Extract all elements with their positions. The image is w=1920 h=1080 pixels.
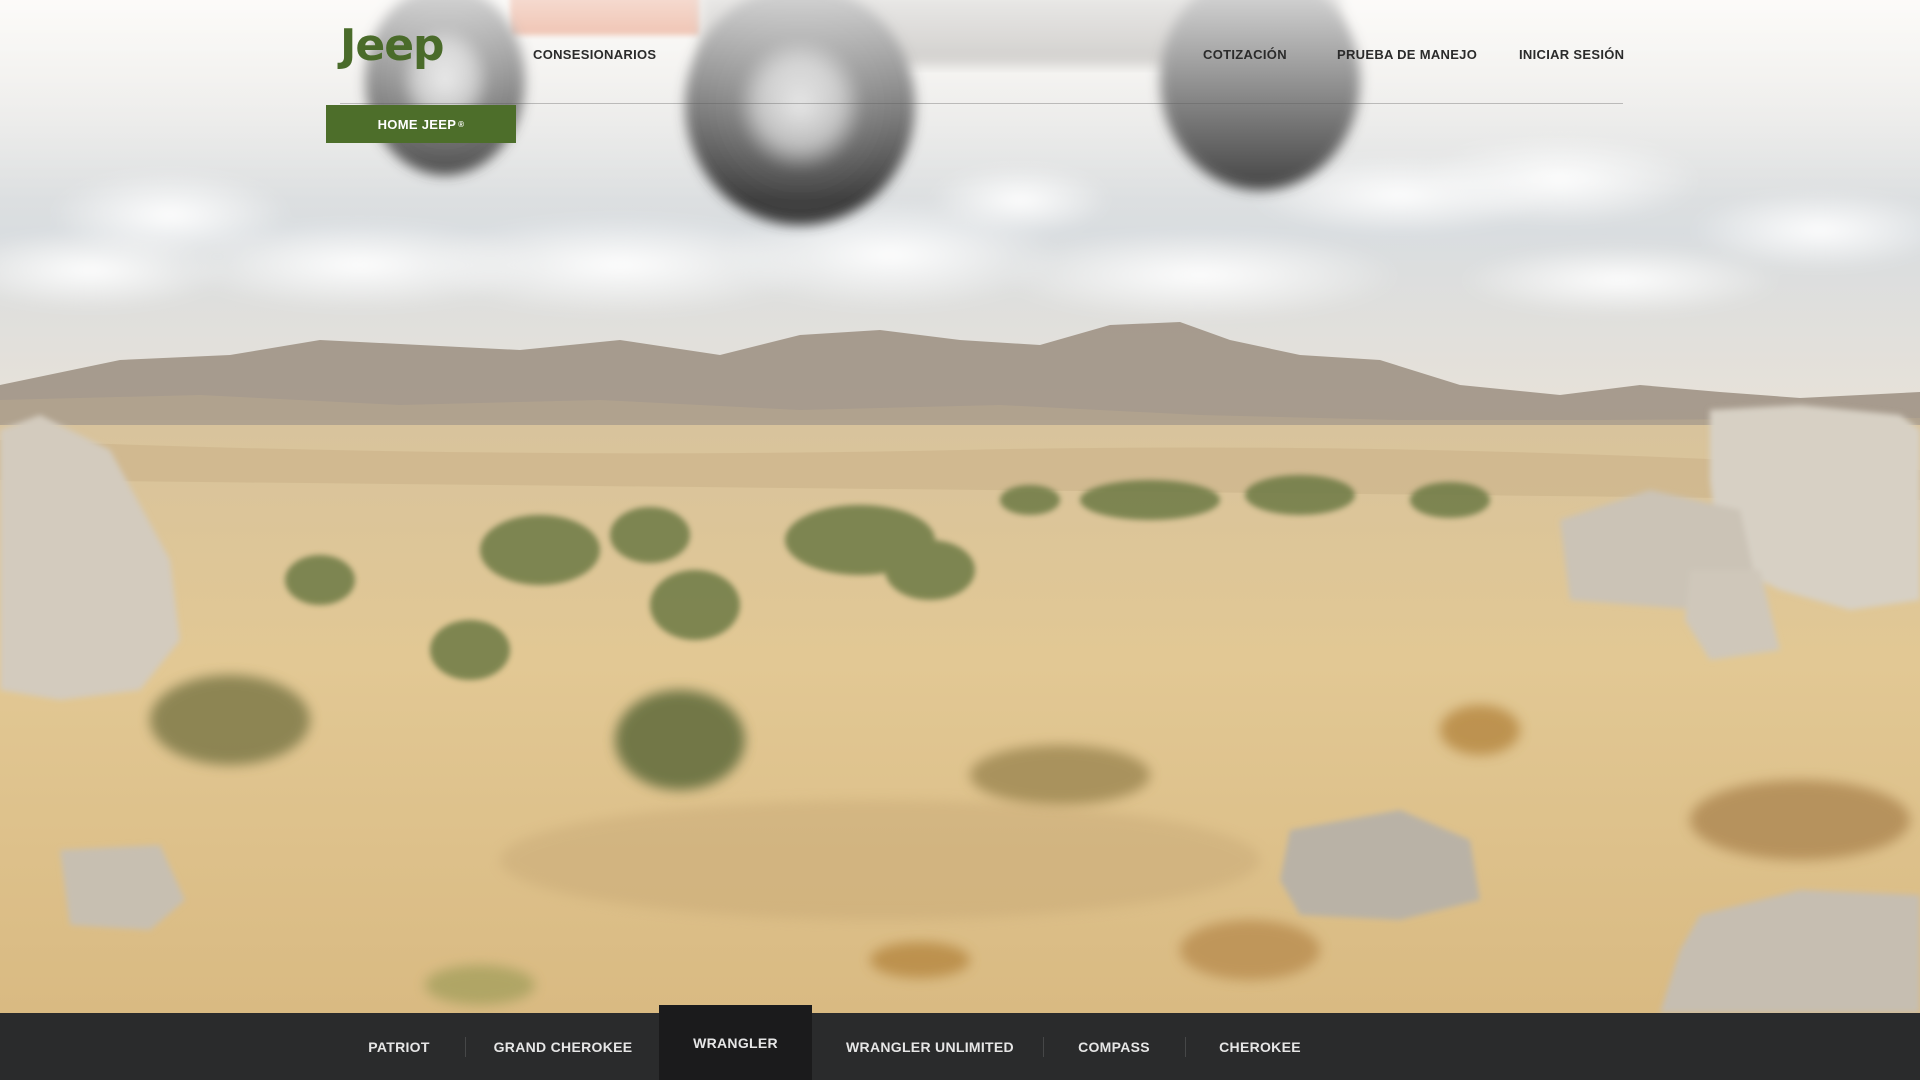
desert-scene-image bbox=[0, 0, 1920, 1013]
site-header: Jeep CONSESIONARIOS COTIZACIÓN PRUEBA DE… bbox=[0, 0, 1920, 150]
home-jeep-label: HOME JEEP bbox=[377, 116, 457, 132]
nav-dealers-link[interactable]: CONSESIONARIOS bbox=[533, 47, 656, 62]
model-tab-cherokee[interactable]: CHEROKEE bbox=[1190, 1013, 1330, 1080]
model-tab-grand-cherokee[interactable]: GRAND CHEROKEE bbox=[470, 1013, 656, 1080]
hero-background bbox=[0, 0, 1920, 1013]
model-tab-compass[interactable]: COMPASS bbox=[1048, 1013, 1180, 1080]
nav-test-drive-link[interactable]: PRUEBA DE MANEJO bbox=[1337, 47, 1477, 62]
model-nav-bar: PATRIOT GRAND CHEROKEE WRANGLER WRANGLER… bbox=[0, 1005, 1920, 1080]
model-tab-wrangler-unlimited[interactable]: WRANGLER UNLIMITED bbox=[820, 1013, 1040, 1080]
model-separator bbox=[465, 1037, 466, 1057]
home-jeep-tab[interactable]: HOME JEEP ® bbox=[326, 105, 516, 143]
nav-quote-link[interactable]: COTIZACIÓN bbox=[1203, 47, 1287, 62]
nav-login-link[interactable]: INICIAR SESIÓN bbox=[1519, 47, 1624, 62]
registered-mark: ® bbox=[458, 119, 465, 129]
model-tab-patriot[interactable]: PATRIOT bbox=[340, 1013, 458, 1080]
jeep-logo[interactable]: Jeep bbox=[340, 24, 445, 68]
header-divider bbox=[340, 103, 1623, 104]
model-tab-wrangler[interactable]: WRANGLER bbox=[659, 1005, 812, 1080]
model-separator bbox=[1043, 1037, 1044, 1057]
model-separator bbox=[1185, 1037, 1186, 1057]
